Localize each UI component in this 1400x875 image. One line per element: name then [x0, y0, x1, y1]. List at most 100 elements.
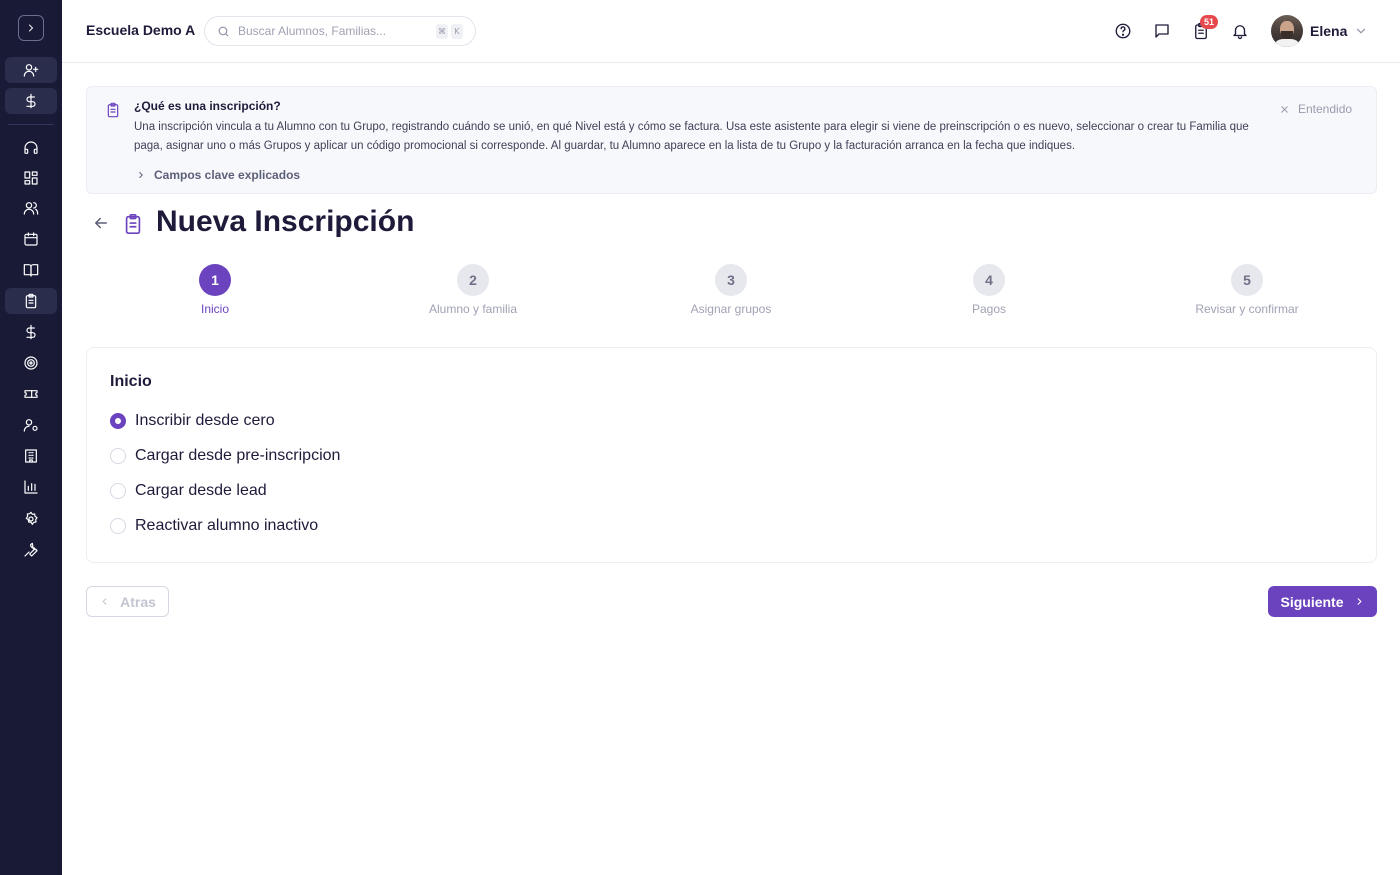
step-label: Revisar y confirmar [1195, 302, 1299, 316]
step-3[interactable]: 3 Asignar grupos [631, 264, 831, 316]
sidebar-divider [8, 124, 54, 125]
step-number: 2 [457, 264, 489, 296]
step-1[interactable]: 1 Inicio [115, 264, 315, 316]
sidebar-item-classes[interactable] [5, 257, 57, 283]
sidebar-item-support[interactable] [5, 135, 57, 161]
chevron-right-icon [1357, 598, 1361, 605]
radio-button[interactable] [110, 518, 126, 534]
user-settings-icon [23, 419, 38, 432]
gear-icon [25, 511, 38, 525]
radio-button[interactable] [110, 483, 126, 499]
book-icon [23, 264, 39, 277]
step-number: 4 [973, 264, 1005, 296]
radio-button[interactable] [110, 448, 126, 464]
option-label: Inscribir desde cero [135, 412, 275, 429]
step-label: Pagos [971, 302, 1007, 316]
user-name[interactable]: Elena [1310, 23, 1347, 39]
sidebar-item-add-student[interactable] [5, 57, 57, 83]
wrench-icon [24, 542, 38, 557]
building-icon [25, 449, 37, 463]
back-button-label: Atras [120, 593, 156, 610]
chevron-right-icon [29, 24, 33, 32]
help-button[interactable] [1113, 21, 1133, 41]
option-reactivate-inactive[interactable]: Reactivar alumno inactivo [110, 517, 318, 535]
help-icon [1115, 23, 1131, 39]
search-icon [218, 26, 229, 36]
step-label: Alumno y familia [428, 302, 518, 316]
banner-title: ¿Qué es una inscripción? [134, 99, 281, 113]
message-icon [1155, 24, 1169, 38]
page-title: Nueva Inscripción [156, 205, 415, 238]
card-title: Inicio [110, 373, 152, 390]
sidebar [0, 0, 62, 875]
option-load-from-pre-enrollment[interactable]: Cargar desde pre-inscripcion [110, 447, 340, 465]
step-number: 1 [199, 264, 231, 296]
sidebar-toggle-button[interactable] [18, 15, 44, 41]
back-arrow-icon[interactable] [92, 214, 110, 232]
sidebar-item-dashboard[interactable] [5, 165, 57, 191]
step-4[interactable]: 4 Pagos [889, 264, 1089, 316]
step-number: 5 [1231, 264, 1263, 296]
notification-count-badge: 51 [1200, 15, 1218, 29]
option-load-from-lead[interactable]: Cargar desde lead [110, 482, 267, 500]
sidebar-item-students[interactable] [5, 195, 57, 221]
sidebar-item-staff[interactable] [5, 412, 57, 438]
sidebar-item-enrollments[interactable] [5, 288, 57, 314]
chevron-down-icon[interactable] [1354, 24, 1368, 38]
banner-description: Una inscripción vincula a tu Alumno con … [134, 121, 1249, 152]
banner-dismiss-label: Entendido [1298, 102, 1353, 116]
messages-button[interactable] [1152, 21, 1172, 41]
dollar-icon [26, 324, 36, 340]
avatar[interactable] [1271, 15, 1303, 47]
key-fields-label: Campos clave explicados [154, 168, 301, 182]
step-2[interactable]: 2 Alumno y familia [373, 264, 573, 316]
sidebar-item-school[interactable] [5, 443, 57, 469]
next-button-label: Siguiente [1280, 593, 1344, 610]
kbd-cmd: ⌘ [436, 24, 448, 39]
user-plus-icon [23, 64, 39, 77]
info-banner: ¿Qué es una inscripción? Una inscripción… [86, 86, 1377, 194]
ticket-icon [24, 390, 38, 398]
next-button[interactable]: Siguiente [1268, 586, 1377, 617]
back-button[interactable]: Atras [86, 586, 169, 617]
step-number: 3 [715, 264, 747, 296]
radio-button[interactable] [110, 413, 126, 429]
sidebar-item-tools[interactable] [5, 537, 57, 563]
headset-icon [24, 141, 38, 154]
sidebar-item-billing[interactable] [5, 319, 57, 345]
notifications-button[interactable] [1230, 21, 1250, 41]
key-fields-toggle[interactable]: Campos clave explicados [136, 168, 300, 182]
bar-chart-icon [24, 480, 38, 494]
sidebar-item-tickets[interactable] [5, 381, 57, 407]
calendar-icon [24, 232, 38, 246]
option-enroll-from-scratch[interactable]: Inscribir desde cero [110, 412, 275, 430]
dashboard-icon [24, 171, 38, 185]
option-label: Cargar desde pre-inscripcion [135, 447, 341, 464]
banner-dismiss-button[interactable]: Entendido [1279, 102, 1352, 116]
topbar: Escuela Demo A ⌘ K 51 Elena [62, 0, 1400, 63]
clipboard-icon [25, 293, 37, 309]
step-label: Asignar grupos [690, 302, 772, 316]
close-icon [1281, 105, 1288, 113]
step-label: Inicio [200, 302, 229, 316]
sidebar-item-reports[interactable] [5, 474, 57, 500]
chevron-left-icon [102, 598, 107, 605]
users-icon [23, 202, 39, 215]
search-box[interactable]: ⌘ K [204, 16, 476, 46]
step-5[interactable]: 5 Revisar y confirmar [1147, 264, 1347, 316]
sidebar-item-calendar[interactable] [5, 226, 57, 252]
school-name: Escuela Demo A [86, 22, 196, 38]
dollar-icon [26, 93, 36, 109]
sidebar-item-quick-payment[interactable] [5, 88, 57, 114]
chevron-right-icon [139, 172, 143, 178]
option-label: Reactivar alumno inactivo [135, 517, 319, 534]
sidebar-item-settings[interactable] [5, 506, 57, 532]
clipboard-icon [125, 214, 141, 234]
sidebar-item-goals[interactable] [5, 350, 57, 376]
start-options-card: Inicio Inscribir desde cero Cargar desde… [86, 347, 1377, 563]
bell-icon [1233, 25, 1247, 40]
clipboard-icon [107, 102, 119, 118]
option-label: Cargar desde lead [135, 482, 267, 499]
target-icon [24, 356, 38, 370]
search-input[interactable] [238, 24, 428, 38]
